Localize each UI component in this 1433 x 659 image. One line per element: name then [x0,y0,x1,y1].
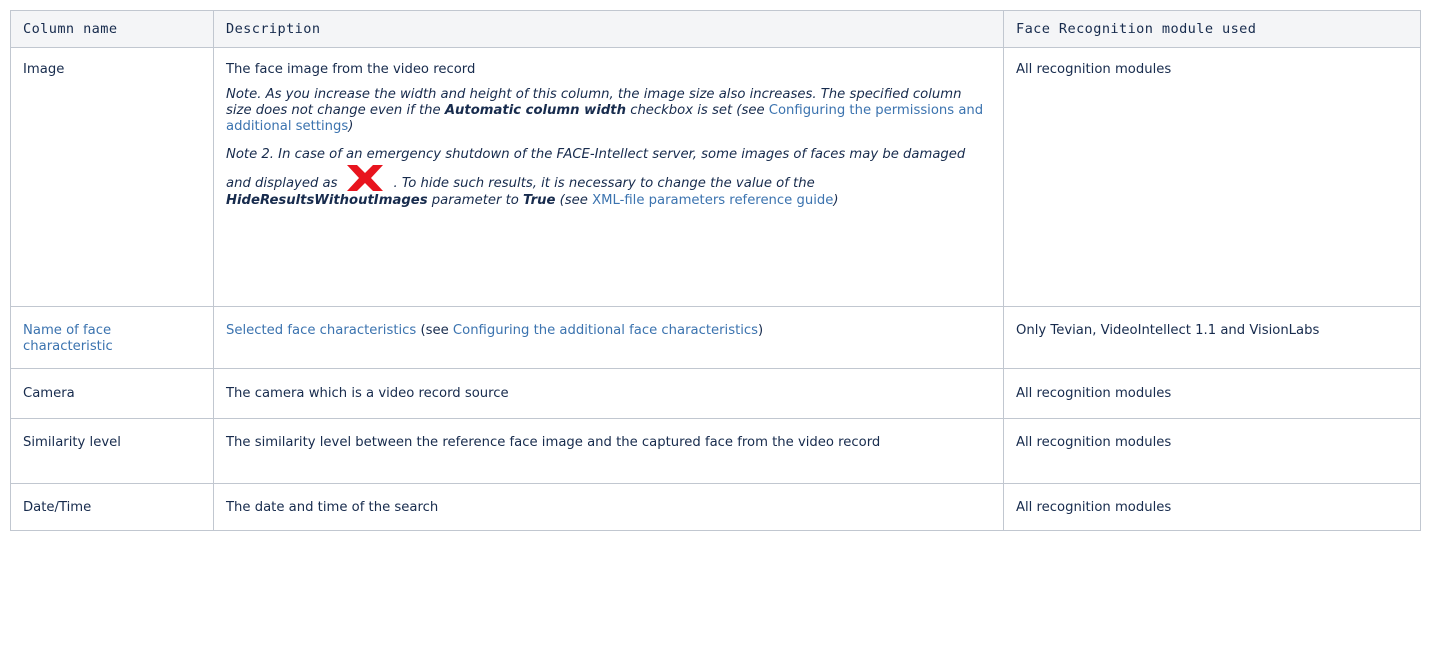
note2-paragraph: Note 2. In case of an emergency shutdown… [226,147,991,209]
table-row: Camera The camera which is a video recor… [10,368,1421,419]
face-characteristic-name-link[interactable]: Name of face characteristic [23,323,113,354]
note-bold-text: True [523,193,556,208]
cell-module: All recognition modules [1003,47,1421,307]
description-text: The face image from the video record [226,62,476,77]
cell-name: Date/Time [10,483,214,531]
table-row: Date/Time The date and time of the searc… [10,483,1421,531]
cell-name: Name of face characteristic [10,306,214,369]
cell-description: The date and time of the search [213,483,1004,531]
cell-module: All recognition modules [1003,418,1421,484]
cell-description: The camera which is a video record sourc… [213,368,1004,419]
xml-reference-link[interactable]: XML-file parameters reference guide [592,193,833,208]
note-text: ) [833,193,839,208]
cell-module: Only Tevian, VideoIntellect 1.1 and Visi… [1003,306,1421,369]
note-bold-text: Automatic column width [444,103,626,118]
table-row: Similarity level The similarity level be… [10,418,1421,484]
cell-description: Selected face characteristics (see Confi… [213,306,1004,369]
table-row: Image The face image from the video reco… [10,47,1421,307]
cell-module: All recognition modules [1003,368,1421,419]
additional-characteristics-link[interactable]: Configuring the additional face characte… [453,323,758,338]
description-text: (see [416,323,453,338]
red-x-icon [347,165,384,191]
note-text: checkbox is set (see [626,103,769,118]
table-header-row: Column name Description Face Recognition… [10,10,1421,48]
note-text: parameter to [427,193,524,208]
table-row: Name of face characteristic Selected fac… [10,306,1421,369]
cell-module: All recognition modules [1003,483,1421,531]
header-description: Description [213,10,1004,48]
cell-name: Camera [10,368,214,419]
header-column-name: Column name [10,10,214,48]
note-text: . To hide such results, it is necessary … [393,176,815,191]
cell-name: Image [10,47,214,307]
columns-table: Column name Description Face Recognition… [10,10,1421,531]
selected-face-characteristics-link[interactable]: Selected face characteristics [226,323,416,338]
note-paragraph: Note. As you increase the width and heig… [226,87,991,135]
cell-description: The face image from the video record Not… [213,47,1004,307]
cell-description: The similarity level between the referen… [213,418,1004,484]
description-text: ) [758,323,764,338]
note-bold-text: HideResultsWithoutImages [226,193,428,208]
note-text: ) [348,119,354,134]
note-text: (see [555,193,593,208]
cell-name: Similarity level [10,418,214,484]
header-module: Face Recognition module used [1003,10,1421,48]
